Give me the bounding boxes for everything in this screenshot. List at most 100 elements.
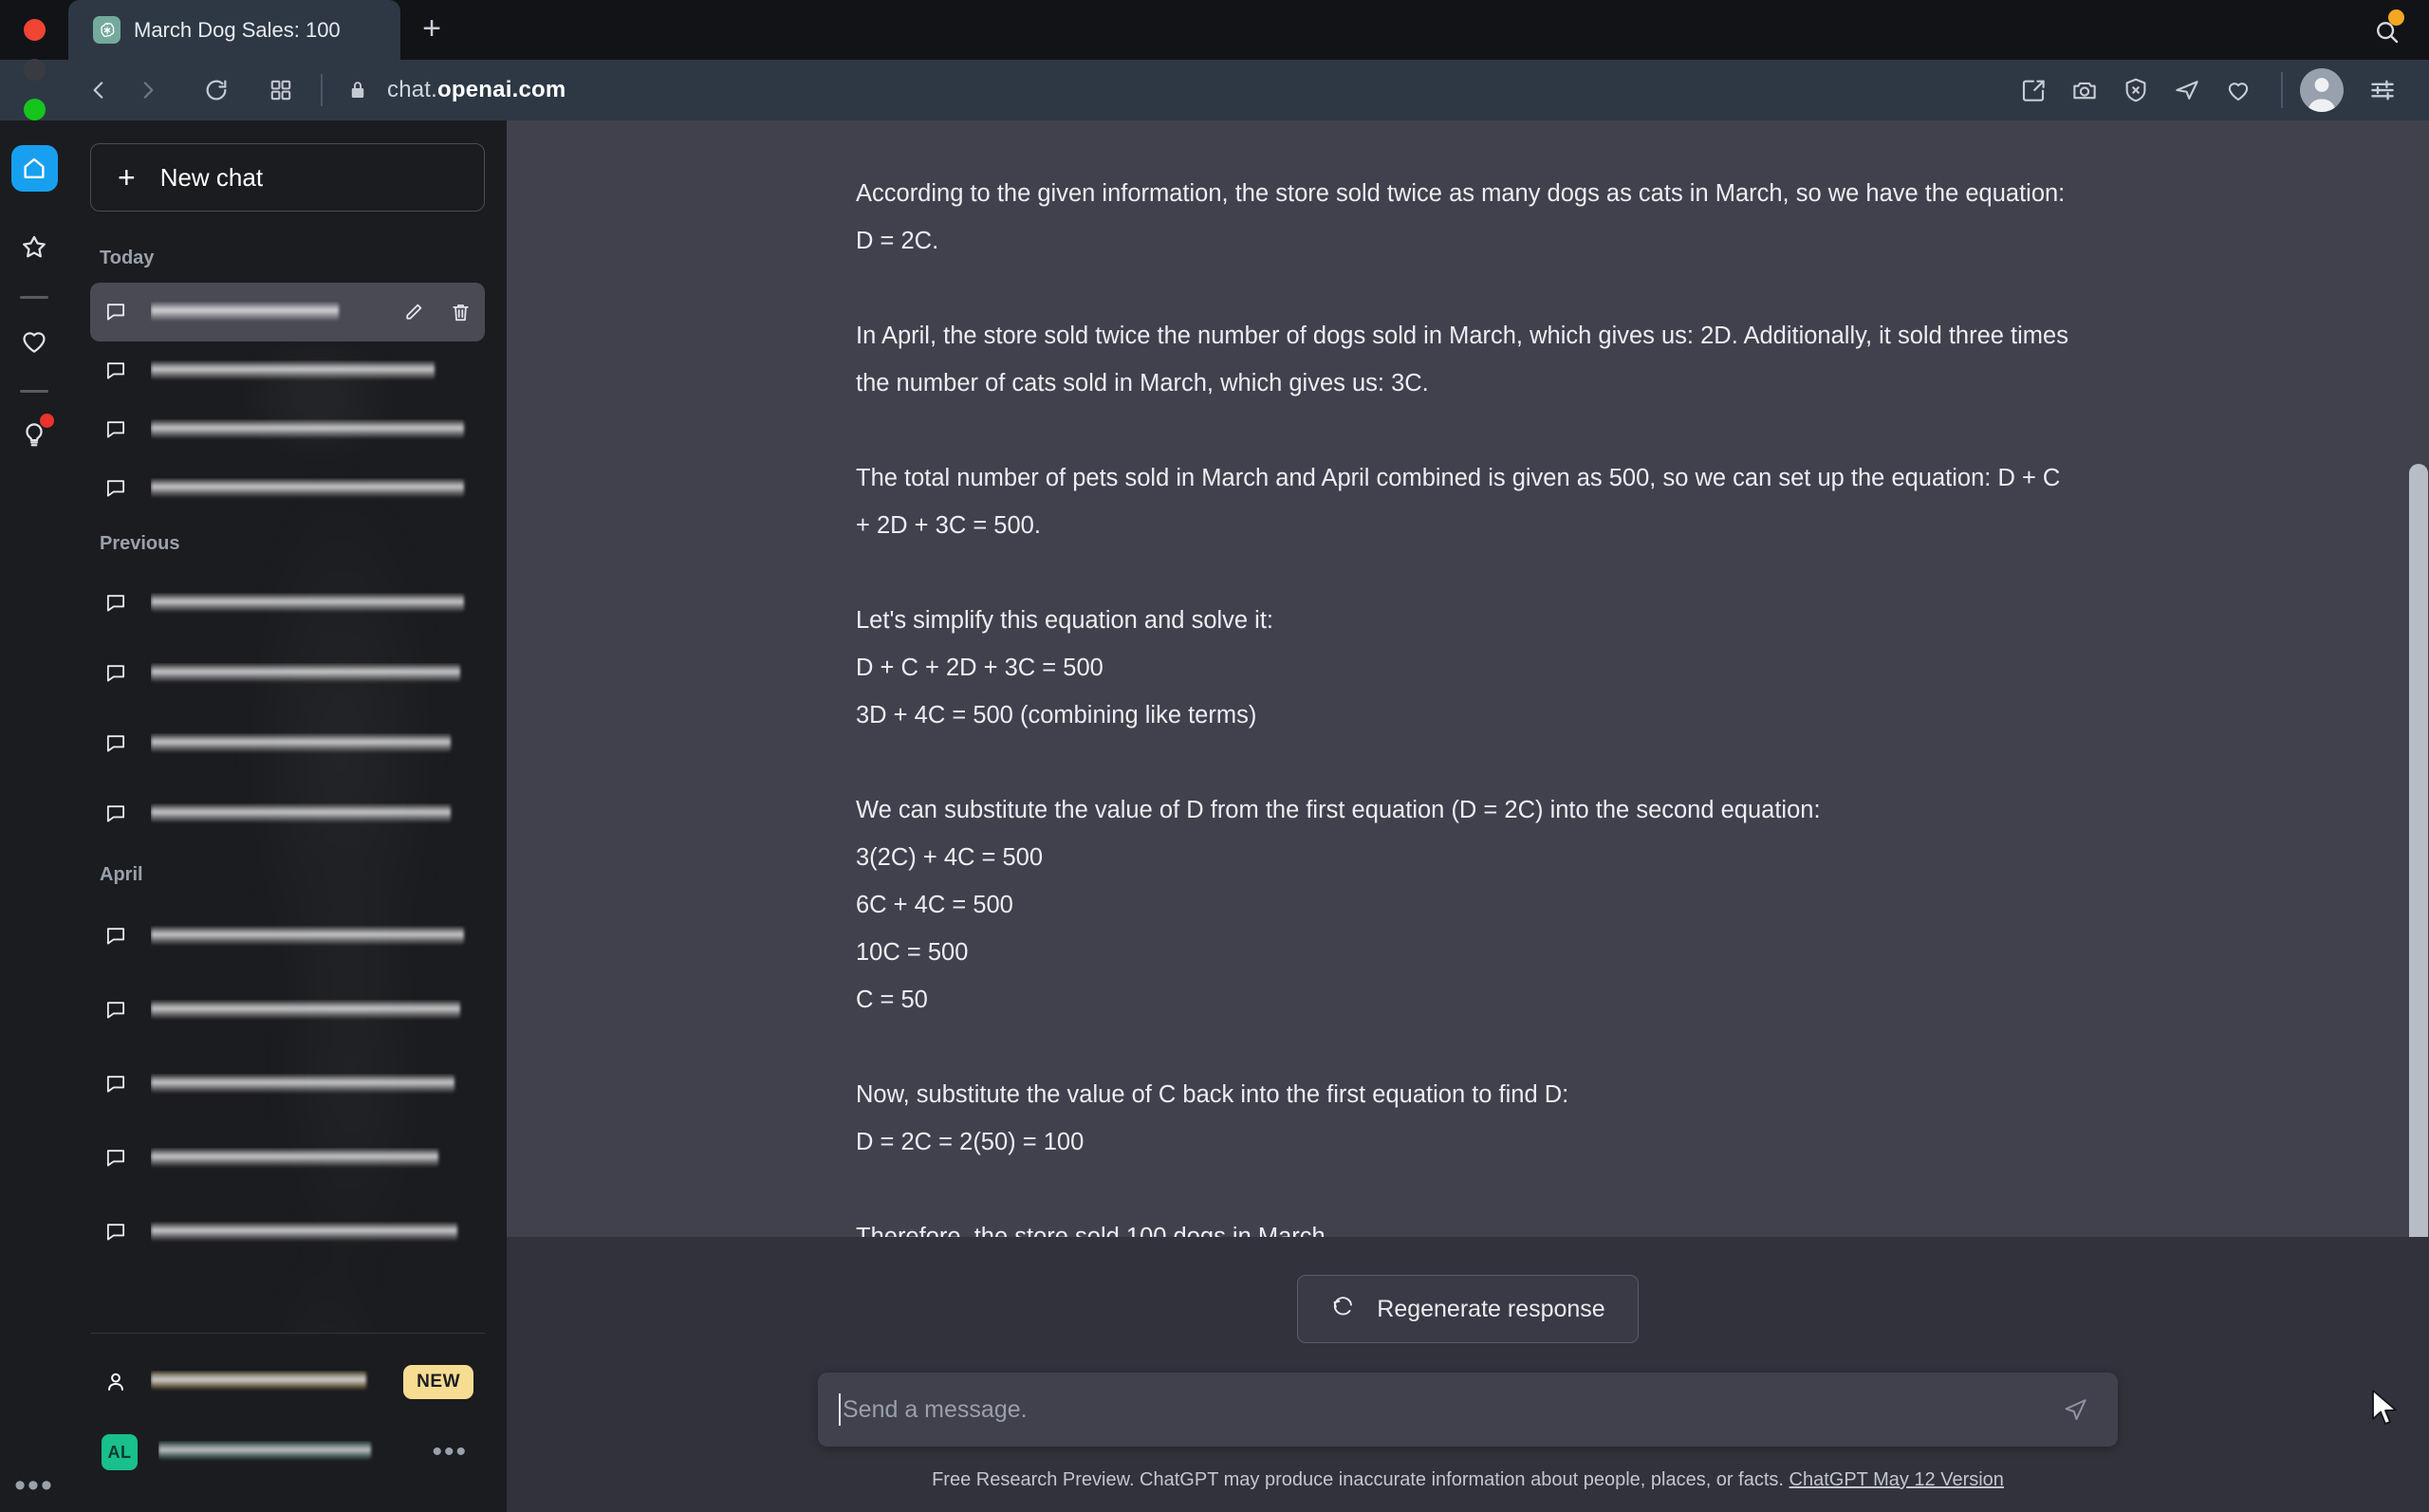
pencil-icon[interactable] [399, 299, 426, 325]
messages-scroll-area: According to the given information, the … [507, 120, 2429, 1237]
message-line: 3(2C) + 4C = 500 [856, 844, 1044, 871]
disclaimer-text: Free Research Preview. ChatGPT may produ… [932, 1469, 1784, 1490]
message-line: In April, the store sold twice the numbe… [856, 323, 2068, 396]
message-paragraph: Now, substitute the value of C back into… [856, 1071, 2080, 1166]
message-line: 10C = 500 [856, 939, 969, 966]
openai-logo-icon [93, 16, 121, 44]
chat-bubble-icon [102, 1218, 130, 1246]
profile-avatar-icon[interactable] [2300, 68, 2344, 112]
conversation-item[interactable] [90, 1121, 485, 1195]
chat-main: According to the given information, the … [507, 120, 2429, 1512]
browser-tab-active[interactable]: March Dog Sales: 100 [68, 0, 400, 60]
message-input-box[interactable]: Send a message. [818, 1373, 2118, 1447]
plus-icon: + [118, 160, 136, 194]
conversation-item-active[interactable] [90, 283, 485, 341]
tabs-overview-button[interactable] [256, 65, 306, 115]
adblock-shield-icon[interactable] [2110, 65, 2161, 116]
trash-icon[interactable] [447, 299, 473, 325]
home-icon[interactable] [10, 145, 58, 192]
avatar: AL [102, 1434, 138, 1470]
scrollbar[interactable] [2408, 120, 2429, 1237]
pin-note-icon[interactable] [2008, 65, 2059, 116]
browser-toolbar: chat.openai.com [0, 60, 2429, 120]
tab-title: March Dog Sales: 100 [134, 17, 341, 42]
upgrade-account-row[interactable]: NEW [90, 1347, 485, 1417]
conversation-item[interactable] [90, 1047, 485, 1121]
conversation-item[interactable] [90, 459, 485, 518]
conversation-item[interactable] [90, 638, 485, 709]
telegram-send-icon[interactable] [2161, 65, 2213, 116]
refresh-icon [1330, 1293, 1356, 1325]
settings-sliders-icon[interactable] [2357, 65, 2408, 116]
zoom-window-button[interactable] [23, 99, 46, 120]
toolbar-divider [321, 74, 323, 106]
new-tab-button[interactable]: + [410, 7, 454, 50]
conversation-item[interactable] [90, 779, 485, 849]
message-line: D + C + 2D + 3C = 500 [856, 655, 1103, 681]
conversation-item[interactable] [90, 400, 485, 459]
page-body: ••• + New chat Today Previous April NEW … [0, 120, 2429, 1512]
conversation-item[interactable] [90, 709, 485, 779]
message-paragraph: We can substitute the value of D from th… [856, 786, 2080, 1023]
message-line: D = 2C = 2(50) = 100 [856, 1129, 1085, 1155]
conversation-title [151, 803, 473, 824]
account-label [151, 1371, 382, 1393]
tab-strip: March Dog Sales: 100 + [0, 0, 2429, 120]
conversation-item[interactable] [90, 899, 485, 973]
window-traffic-lights [0, 0, 68, 133]
star-icon[interactable] [11, 224, 58, 270]
new-chat-button[interactable]: + New chat [90, 143, 485, 212]
regenerate-response-button[interactable]: Regenerate response [1297, 1275, 1639, 1343]
conversation-item[interactable] [90, 1195, 485, 1269]
conversation-title [151, 926, 473, 947]
conversation-list[interactable]: Today Previous April [90, 232, 485, 1333]
minimize-window-button[interactable] [23, 59, 46, 81]
chat-bubble-icon [102, 474, 130, 503]
chat-bubble-icon [102, 996, 130, 1024]
section-header-previous: Previous [100, 533, 180, 554]
user-more-button[interactable]: ••• [426, 1438, 473, 1466]
message-line: 6C + 4C = 500 [856, 892, 1013, 918]
scrollbar-thumb[interactable] [2409, 464, 2428, 1237]
url-domain: openai.com [437, 77, 566, 102]
send-icon[interactable] [2057, 1392, 2093, 1428]
section-header-april: April [100, 864, 143, 885]
back-button[interactable] [74, 65, 123, 115]
chat-bubble-icon [102, 1070, 130, 1098]
conversation-item[interactable] [90, 973, 485, 1047]
text-caret [839, 1393, 841, 1426]
forward-button[interactable] [123, 65, 173, 115]
assistant-message: According to the given information, the … [856, 120, 2080, 1237]
conversation-item[interactable] [90, 341, 485, 400]
heart-icon[interactable] [2213, 65, 2264, 116]
message-paragraph: Let's simplify this equation and solve i… [856, 597, 2080, 739]
chat-bubble-icon [102, 659, 130, 688]
browser-side-rail: ••• [0, 120, 68, 1512]
lightbulb-icon[interactable] [11, 412, 58, 458]
conversation-title [151, 1074, 473, 1095]
close-window-button[interactable] [23, 19, 46, 41]
conversation-title [151, 1148, 473, 1169]
section-header-today: Today [100, 248, 155, 268]
message-line: 3D + 4C = 500 (combining like terms) [856, 702, 1257, 728]
message-line: The total number of pets sold in March a… [856, 465, 2061, 539]
camera-icon[interactable] [2059, 65, 2110, 116]
rail-more-label: ••• [14, 1467, 54, 1504]
version-link[interactable]: ChatGPT May 12 Version [1789, 1469, 2004, 1490]
reload-button[interactable] [192, 65, 241, 115]
heart-icon[interactable] [11, 318, 58, 364]
composer-row: Send a message. [507, 1343, 2429, 1447]
conversation-title [151, 478, 473, 499]
address-bar[interactable]: chat.openai.com [387, 77, 566, 103]
user-account-row[interactable]: AL ••• [90, 1417, 485, 1487]
conversation-item[interactable] [90, 568, 485, 638]
regenerate-wrapper: Regenerate response [507, 1237, 2429, 1343]
message-line: Therefore, the store sold 100 dogs in Ma… [856, 1224, 1332, 1237]
message-line: We can substitute the value of D from th… [856, 797, 1821, 823]
message-line: C = 50 [856, 986, 928, 1013]
rail-more-button[interactable]: ••• [0, 1467, 68, 1504]
rail-divider-1 [20, 296, 48, 299]
search-icon[interactable] [2366, 11, 2408, 53]
message-line: Let's simplify this equation and solve i… [856, 607, 1274, 634]
chat-bubble-icon [102, 800, 130, 828]
